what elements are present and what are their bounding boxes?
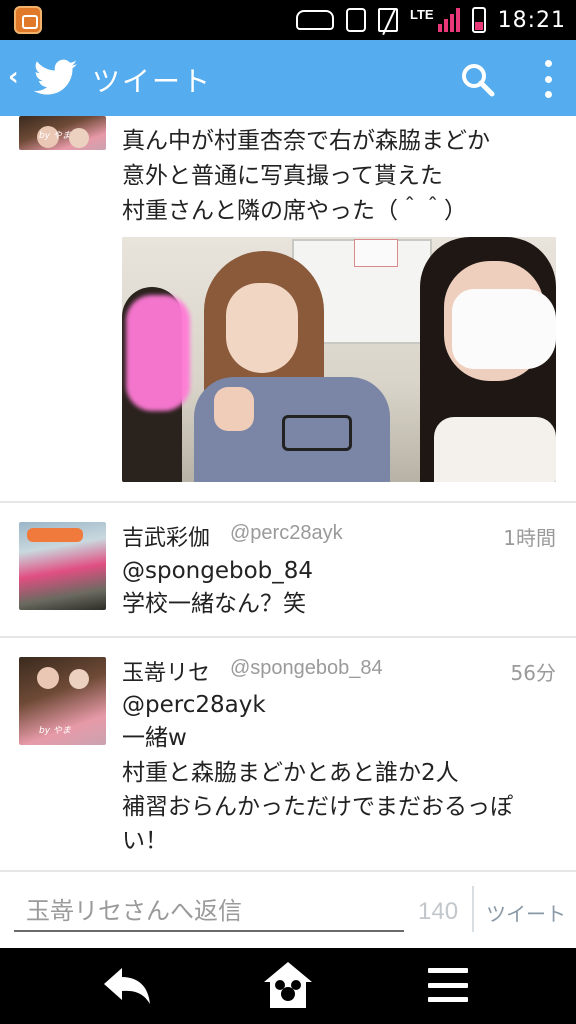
tweet-text-line: 学校一緒なん？笑: [122, 591, 306, 617]
nav-menu-icon[interactable]: [428, 968, 468, 1002]
tweet-text-line: 意外と普通に写真撮って貰えた: [122, 163, 443, 189]
notification-icon[interactable]: [14, 6, 42, 34]
car-mode-icon: [296, 10, 334, 30]
avatar-ayaka[interactable]: [19, 522, 106, 610]
tweet-author-handle[interactable]: @spongebob_84: [230, 657, 383, 680]
divider: [0, 501, 576, 503]
character-count: 140: [418, 898, 459, 925]
overflow-menu-icon[interactable]: [540, 58, 556, 100]
tweet-time: 56分: [510, 661, 556, 685]
action-bar: ‹ ツイート: [0, 40, 576, 116]
search-icon[interactable]: [460, 62, 496, 98]
tweet-text-line: 村重さんと隣の席やった（＾＾）: [122, 198, 467, 224]
tweet-photo[interactable]: [122, 237, 556, 482]
back-chevron-icon[interactable]: ‹: [8, 62, 19, 92]
twitter-bird-icon[interactable]: [34, 58, 78, 98]
tweet-text-line: 村重と森脇まどかとあと誰か2人: [122, 760, 459, 786]
navigation-bar: [0, 948, 576, 1024]
clock: 18:21: [497, 7, 566, 33]
tweet-time: 1時間: [503, 526, 556, 550]
tweet-button[interactable]: ツイート: [486, 898, 566, 927]
tweet-author-handle[interactable]: @perc28ayk: [230, 522, 343, 545]
status-icons: LTE 18:21: [296, 0, 566, 40]
avatar-rise-top[interactable]: by やま: [19, 116, 106, 150]
tweet-text-line[interactable]: @spongebob_84: [122, 554, 313, 589]
reply-bar: 140 ツイート: [0, 870, 576, 948]
page-title: ツイート: [92, 65, 213, 98]
tweet-author-name[interactable]: 玉嵜リセ: [122, 655, 210, 687]
tweet-text-line: い！: [122, 828, 168, 854]
network-type: LTE: [410, 6, 434, 22]
signal-icon: [437, 8, 460, 32]
no-sim-icon: [378, 8, 398, 32]
nav-back-icon[interactable]: [100, 964, 154, 1008]
tweet-text-line: 一緒w: [122, 725, 187, 751]
reply-input[interactable]: [14, 892, 404, 932]
nav-home-icon[interactable]: [262, 960, 314, 1010]
battery-icon: [471, 7, 486, 33]
tweet-author-name[interactable]: 吉武彩伽: [122, 520, 210, 552]
alarm-icon: [346, 8, 366, 32]
avatar-rise[interactable]: by やま: [19, 657, 106, 745]
tweet-text-line: 真ん中が村重杏奈で右が森脇まどか: [122, 128, 490, 154]
divider: [472, 886, 474, 932]
tweet-text-line: 補習おらんかっただけでまだおるっぽ: [122, 794, 513, 820]
status-bar: LTE 18:21: [0, 0, 576, 40]
divider: [0, 636, 576, 638]
tweet-text-line[interactable]: @perc28ayk: [122, 688, 266, 723]
